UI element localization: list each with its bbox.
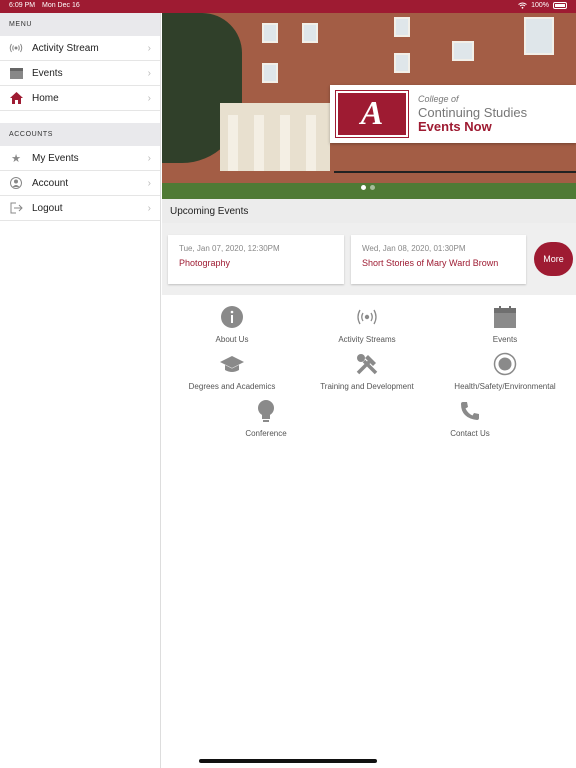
column bbox=[254, 115, 264, 171]
carousel-dot[interactable] bbox=[361, 185, 366, 190]
sidebar-item-logout[interactable]: Logout › bbox=[0, 196, 160, 221]
window bbox=[394, 17, 410, 37]
brand-banner: A College of Continuing Studies Events N… bbox=[330, 85, 576, 143]
grid-item-events[interactable]: Events bbox=[455, 305, 555, 344]
chevron-right-icon: › bbox=[147, 153, 151, 164]
calendar-icon bbox=[8, 66, 24, 80]
target-icon bbox=[493, 352, 517, 376]
phone-icon bbox=[458, 399, 482, 423]
accounts-section-header: ACCOUNTS bbox=[0, 123, 160, 146]
chevron-right-icon: › bbox=[147, 68, 151, 79]
grid-item-degrees[interactable]: Degrees and Academics bbox=[182, 352, 282, 391]
grid-item-contact-us[interactable]: Contact Us bbox=[420, 399, 520, 438]
window bbox=[394, 53, 410, 73]
grid-item-training[interactable]: Training and Development bbox=[312, 352, 422, 391]
broadcast-icon bbox=[8, 41, 24, 55]
chevron-right-icon: › bbox=[147, 203, 151, 214]
sidebar-item-label: Logout bbox=[32, 202, 63, 214]
battery-percent: 100% bbox=[531, 2, 549, 9]
carousel-dot[interactable] bbox=[370, 185, 375, 190]
graduation-cap-icon bbox=[220, 352, 244, 376]
event-title: Photography bbox=[179, 258, 231, 268]
grid-item-label: Degrees and Academics bbox=[188, 382, 276, 391]
star-icon: ★ bbox=[11, 152, 21, 165]
grid-item-about-us[interactable]: About Us bbox=[182, 305, 282, 344]
sidebar-item-label: Account bbox=[32, 177, 69, 189]
column bbox=[306, 115, 316, 171]
chevron-right-icon: › bbox=[147, 93, 151, 104]
carousel-dots[interactable] bbox=[361, 185, 375, 190]
event-date: Tue, Jan 07, 2020, 12:30PM bbox=[179, 244, 280, 253]
chevron-right-icon: › bbox=[147, 43, 151, 54]
sidebar-item-label: My Events bbox=[32, 152, 79, 164]
sidebar-item-activity-stream[interactable]: Activity Stream › bbox=[0, 36, 160, 61]
hero-banner[interactable]: A College of Continuing Studies Events N… bbox=[162, 13, 576, 199]
column bbox=[280, 115, 290, 171]
grid-item-label: Events bbox=[492, 335, 518, 344]
tools-icon bbox=[355, 352, 379, 376]
upcoming-events-title: Upcoming Events bbox=[162, 199, 576, 223]
home-indicator[interactable] bbox=[199, 759, 377, 763]
status-bar: 6:09 PM Mon Dec 16 100% bbox=[0, 0, 576, 13]
window bbox=[302, 23, 318, 43]
sidebar-item-home[interactable]: Home › bbox=[0, 86, 160, 111]
event-title: Short Stories of Mary Ward Brown bbox=[362, 258, 499, 268]
logout-icon bbox=[8, 201, 24, 215]
window bbox=[262, 23, 278, 43]
more-button[interactable]: More bbox=[534, 242, 573, 276]
grid-item-label: Conference bbox=[245, 429, 287, 438]
sidebar-item-label: Events bbox=[32, 67, 63, 79]
university-logo: A bbox=[335, 90, 409, 138]
grid-item-label: Activity Streams bbox=[338, 335, 396, 344]
window bbox=[524, 17, 554, 55]
grid-item-activity-streams[interactable]: Activity Streams bbox=[317, 305, 417, 344]
menu-section-header: MENU bbox=[0, 13, 160, 36]
sidebar-item-label: Home bbox=[32, 92, 59, 104]
chevron-right-icon: › bbox=[147, 178, 151, 189]
calendar-icon bbox=[493, 305, 517, 329]
battery-icon bbox=[553, 2, 567, 9]
sidebar: MENU Activity Stream › Events › Home › A… bbox=[0, 13, 161, 768]
grid-item-label: Health/Safety/Environmental bbox=[454, 382, 556, 391]
sidebar-item-label: Activity Stream bbox=[32, 42, 99, 54]
brand-line-2: Continuing Studies bbox=[418, 105, 528, 120]
sidebar-item-account[interactable]: Account › bbox=[0, 171, 160, 196]
grid-item-label: About Us bbox=[215, 335, 249, 344]
broadcast-icon bbox=[355, 305, 379, 329]
main-content: A College of Continuing Studies Events N… bbox=[162, 13, 576, 768]
event-card[interactable]: Wed, Jan 08, 2020, 01:30PM Short Stories… bbox=[351, 235, 526, 284]
event-card[interactable]: Tue, Jan 07, 2020, 12:30PM Photography bbox=[168, 235, 344, 284]
grid-item-health-safety[interactable]: Health/Safety/Environmental bbox=[446, 352, 564, 391]
fence bbox=[334, 171, 576, 183]
brand-line-1: College of bbox=[418, 94, 459, 104]
person-icon bbox=[8, 176, 24, 190]
status-right: 100% bbox=[518, 2, 567, 9]
status-time: 6:09 PM bbox=[9, 2, 36, 9]
event-date: Wed, Jan 08, 2020, 01:30PM bbox=[362, 244, 466, 253]
window bbox=[452, 41, 474, 61]
info-icon bbox=[220, 305, 244, 329]
grid-item-conference[interactable]: Conference bbox=[216, 399, 316, 438]
status-date: Mon Dec 16 bbox=[42, 2, 80, 9]
grid-item-label: Contact Us bbox=[450, 429, 490, 438]
home-icon bbox=[8, 91, 24, 105]
sidebar-item-my-events[interactable]: ★ My Events › bbox=[0, 146, 160, 171]
wifi-icon bbox=[518, 2, 527, 9]
window bbox=[262, 63, 278, 83]
sidebar-item-events[interactable]: Events › bbox=[0, 61, 160, 86]
column bbox=[228, 115, 238, 171]
brand-line-3: Events Now bbox=[418, 119, 492, 134]
events-strip: Tue, Jan 07, 2020, 12:30PM Photography W… bbox=[162, 223, 576, 295]
lightbulb-icon bbox=[254, 399, 278, 423]
grid-item-label: Training and Development bbox=[320, 382, 414, 391]
